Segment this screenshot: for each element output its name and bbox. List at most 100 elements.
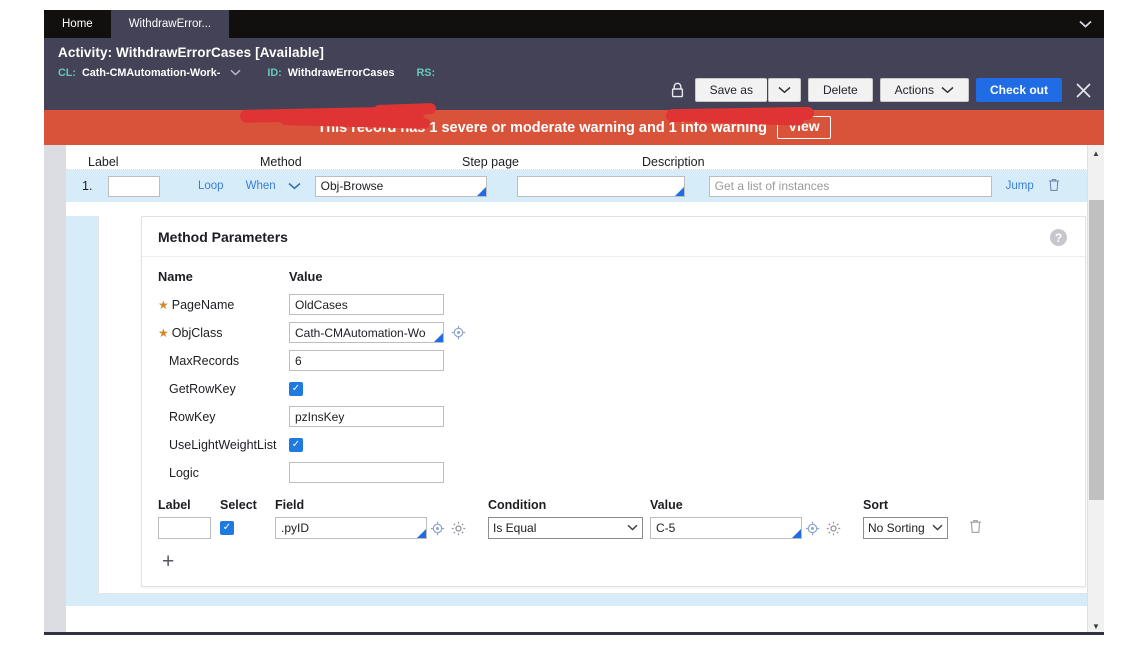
parameter-row-rowkey: RowKey pzInsKey: [158, 404, 1085, 429]
warning-text: This record has 1 severe or moderate war…: [317, 119, 767, 136]
method-input[interactable]: Obj-Browse: [314, 175, 487, 197]
required-star-icon: ★: [158, 325, 169, 340]
close-icon[interactable]: [1069, 82, 1096, 99]
parameters-column-headers: Name Value: [158, 269, 1085, 284]
pagename-input[interactable]: OldCases: [289, 294, 444, 315]
parameter-value: ✓: [289, 437, 303, 452]
chevron-down-icon[interactable]: [1079, 10, 1092, 38]
objclass-input[interactable]: Cath-CMAutomation-Wo: [289, 322, 444, 343]
parameter-name-label: UseLightWeightList: [169, 437, 277, 452]
filter-row: ✓ .pyID Is Equal C-5 No Sorting: [158, 515, 1085, 541]
help-icon[interactable]: ?: [1050, 229, 1067, 246]
step-label-input[interactable]: [108, 175, 160, 197]
column-header-field: Field: [275, 498, 305, 512]
filter-field-cell: .pyID: [275, 517, 430, 539]
save-as-button[interactable]: Save as: [694, 78, 767, 102]
filter-field-icons: [430, 521, 488, 536]
page-title-name: WithdrawErrorCases: [116, 45, 252, 60]
loop-link[interactable]: Loop: [198, 180, 224, 192]
crosshair-icon[interactable]: [451, 325, 466, 340]
parameter-value: OldCases: [289, 294, 444, 315]
trash-icon[interactable]: [1048, 178, 1060, 195]
required-star-icon: ★: [158, 297, 169, 312]
filter-select-checkbox[interactable]: ✓: [220, 521, 234, 535]
uselightweightlist-checkbox[interactable]: ✓: [289, 437, 303, 452]
ruleset-label: RS:: [416, 67, 436, 79]
filter-condition-select[interactable]: Is Equal: [488, 517, 643, 539]
parameter-name-label: MaxRecords: [169, 353, 240, 368]
parameter-name: UseLightWeightList: [158, 438, 289, 452]
gear-icon[interactable]: [826, 521, 841, 536]
parameter-value: pzInsKey: [289, 406, 444, 427]
getrowkey-checkbox[interactable]: ✓: [289, 381, 303, 396]
actions-label: Actions: [894, 83, 934, 97]
screenshot-root: Home WithdrawError... Activity: Withdraw…: [0, 0, 1148, 660]
chevron-down-icon: [941, 83, 954, 97]
parameter-name: MaxRecords: [158, 354, 289, 368]
save-as-label: Save as: [709, 83, 753, 97]
parameter-name: ★ ObjClass: [158, 326, 289, 340]
delete-button[interactable]: Delete: [807, 78, 873, 102]
scrollbar-thumb[interactable]: [1089, 200, 1104, 500]
warning-banner: This record has 1 severe or moderate war…: [44, 110, 1104, 145]
parameter-row-maxrecords: MaxRecords 6: [158, 348, 1085, 373]
filter-field-input[interactable]: .pyID: [275, 517, 427, 539]
step-detail-body: Method Parameters ? Name Value ★ PageNam…: [98, 216, 1092, 594]
logic-input[interactable]: [289, 462, 444, 483]
parameter-row-logic: Logic: [158, 460, 1085, 485]
step-number: 1.: [82, 179, 93, 193]
description-input[interactable]: Get a list of instances: [708, 175, 992, 197]
lock-icon[interactable]: [671, 82, 684, 98]
tab-withdrawerror[interactable]: WithdrawError...: [110, 10, 230, 38]
gear-icon[interactable]: [451, 521, 466, 536]
steps-column-headers: Label Method Step page Description: [66, 145, 1104, 169]
step-page-input[interactable]: [516, 175, 685, 197]
rowkey-input[interactable]: pzInsKey: [289, 406, 444, 427]
filter-condition-value: Is Equal: [493, 521, 537, 535]
chevron-down-icon[interactable]: [288, 179, 301, 193]
parameter-name: RowKey: [158, 410, 289, 424]
parameter-name-label: GetRowKey: [169, 381, 236, 396]
parameter-name-label: Logic: [169, 465, 199, 480]
parameter-row-objclass: ★ ObjClass Cath-CMAutomation-Wo: [158, 320, 1085, 345]
save-as-dropdown-button[interactable]: [767, 78, 801, 102]
class-value: Cath-CMAutomation-Work-: [82, 67, 221, 79]
parameter-value: Cath-CMAutomation-Wo: [289, 322, 466, 343]
jump-link[interactable]: Jump: [1006, 180, 1034, 192]
actions-button[interactable]: Actions: [879, 78, 969, 102]
save-as-split-button: Save as: [694, 78, 801, 102]
filter-label-cell: [158, 517, 220, 539]
chevron-down-icon[interactable]: [230, 67, 241, 79]
parameter-row-getrowkey: GetRowKey ✓: [158, 376, 1085, 401]
application-window: Home WithdrawError... Activity: Withdraw…: [44, 10, 1104, 635]
crosshair-icon[interactable]: [430, 521, 445, 536]
filter-label-input[interactable]: [158, 517, 211, 539]
filter-select-cell: ✓: [220, 521, 275, 535]
parameter-value: ✓: [289, 381, 303, 396]
parameter-row-pagename: ★ PageName OldCases: [158, 292, 1085, 317]
crosshair-icon[interactable]: [805, 521, 820, 536]
filter-value-cell: C-5: [650, 517, 805, 539]
chevron-down-icon: [778, 83, 791, 97]
step-detail-panel: Method Parameters ? Name Value ★ PageNam…: [66, 216, 1104, 606]
column-header-value: Value: [650, 498, 683, 512]
when-link[interactable]: When: [246, 180, 276, 192]
status-badge: [Available]: [255, 45, 324, 60]
left-gutter: [44, 145, 66, 635]
filter-sort-select[interactable]: No Sorting: [863, 517, 948, 539]
tab-home[interactable]: Home: [44, 10, 111, 38]
parameter-name-label: RowKey: [169, 409, 216, 424]
trash-icon[interactable]: [969, 519, 982, 537]
check-out-button[interactable]: Check out: [975, 78, 1062, 102]
filter-value-input[interactable]: C-5: [650, 517, 802, 539]
column-header-description: Description: [642, 155, 705, 169]
caret-up-icon[interactable]: ▲: [1088, 145, 1104, 162]
column-header-value: Value: [289, 269, 323, 284]
vertical-scrollbar[interactable]: ▲ ▼: [1087, 145, 1104, 635]
view-warnings-button[interactable]: View: [776, 116, 831, 139]
column-header-label: Label: [88, 155, 119, 169]
page-title-prefix: Activity:: [58, 45, 113, 60]
maxrecords-input[interactable]: 6: [289, 350, 444, 371]
column-header-name: Name: [158, 269, 193, 284]
plus-icon[interactable]: +: [162, 551, 182, 572]
